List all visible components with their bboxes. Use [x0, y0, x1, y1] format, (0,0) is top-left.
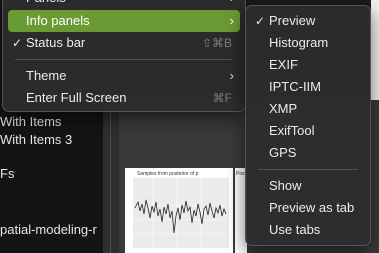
submenu-item-gps[interactable]: GPS — [251, 142, 365, 164]
menu-item-enter-full-screen[interactable]: Enter Full Screen ⌘F — [8, 87, 240, 109]
chevron-right-icon: › — [230, 0, 234, 9]
submenu-item-exiftool[interactable]: ExifTool — [251, 120, 365, 142]
menu-item-label: Preview — [269, 13, 316, 28]
checkmark-icon: ✓ — [255, 14, 266, 28]
background-window-edge — [371, 0, 379, 100]
menu-item-label: Show — [269, 178, 302, 193]
submenu-item-iptc-iim[interactable]: IPTC-IIM — [251, 76, 365, 98]
submenu-item-show[interactable]: Show — [251, 175, 365, 197]
menu-item-label: GPS — [269, 145, 297, 160]
splitter[interactable] — [103, 100, 119, 253]
list-item[interactable]: With Items — [0, 114, 61, 129]
menu-item-info-panels[interactable]: Info panels › — [8, 10, 240, 32]
menu-item-panels[interactable]: Panels › — [8, 0, 240, 9]
list-item[interactable]: With Items 3 — [0, 132, 72, 147]
screen: With Items With Items 3 Fs patial-modeli… — [0, 0, 379, 253]
menu-item-label: Info panels — [26, 13, 90, 28]
submenu-item-exif[interactable]: EXIF — [251, 54, 365, 76]
chevron-right-icon: › — [229, 68, 234, 83]
menu-separator — [15, 59, 233, 60]
list-item[interactable]: Fs — [0, 166, 14, 181]
menu-item-label: Theme — [26, 68, 67, 83]
menu-separator — [258, 169, 358, 170]
menu-item-label: Panels — [26, 0, 66, 9]
menu-item-label: EXIF — [269, 57, 298, 72]
submenu-item-use-tabs[interactable]: Use tabs — [251, 219, 365, 241]
thumbnail-plot[interactable]: Samples from posterior of p — [125, 168, 233, 253]
menu-item-label: XMP — [269, 101, 298, 116]
plot-graphic — [133, 178, 229, 248]
checkmark-icon: ✓ — [12, 36, 23, 50]
keyboard-shortcut: ⇧⌘B — [201, 36, 232, 50]
menu-item-label: IPTC-IIM — [269, 79, 321, 94]
info-panels-submenu: ✓ Preview Histogram EXIF IPTC-IIM XMP Ex… — [245, 5, 371, 246]
submenu-item-xmp[interactable]: XMP — [251, 98, 365, 120]
view-menu: Panels › Info panels › ✓ Status bar ⇧⌘B … — [2, 0, 246, 112]
menu-item-theme[interactable]: Theme › — [8, 65, 240, 87]
keyboard-shortcut: ⌘F — [212, 91, 232, 105]
menu-item-label: Use tabs — [269, 222, 321, 237]
menu-item-label: Preview as tab — [269, 200, 355, 215]
list-item[interactable]: patial-modeling-r — [0, 222, 97, 237]
divider — [110, 100, 111, 253]
chevron-right-icon: › — [229, 13, 234, 28]
menu-item-label: Enter Full Screen — [26, 90, 127, 105]
menu-item-label: Histogram — [269, 35, 329, 50]
menu-item-label: Status bar — [26, 35, 86, 50]
submenu-item-preview-as-tab[interactable]: Preview as tab — [251, 197, 365, 219]
menu-item-status-bar[interactable]: ✓ Status bar ⇧⌘B — [8, 32, 240, 54]
plot-title: Samples from posterior of p — [137, 171, 199, 177]
menu-item-label: ExifTool — [269, 123, 315, 138]
submenu-item-preview[interactable]: ✓ Preview — [251, 10, 365, 32]
plot-title: Pos — [236, 171, 245, 177]
submenu-item-histogram[interactable]: Histogram — [251, 32, 365, 54]
